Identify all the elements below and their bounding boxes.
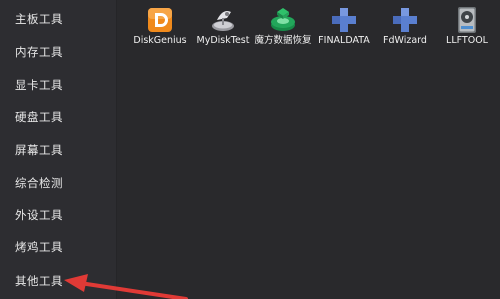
sidebar-item-other-tools[interactable]: 其他工具	[15, 271, 63, 291]
sidebar-item-gpu-tools[interactable]: 显卡工具	[15, 75, 63, 95]
tool-grid: DiskGenius MyDiskTest 魔方数据恢复 FINALDATA F…	[117, 0, 500, 299]
sidebar-item-comprehensive-test[interactable]: 综合检测	[15, 173, 63, 193]
hard-drive-icon	[453, 6, 481, 34]
sidebar-item-stress-tools[interactable]: 烤鸡工具	[15, 237, 63, 257]
sidebar-item-disk-tools[interactable]: 硬盘工具	[15, 107, 63, 127]
diskgenius-icon	[146, 6, 174, 34]
data-recovery-icon	[269, 6, 297, 34]
sidebar-item-peripheral-tools[interactable]: 外设工具	[15, 205, 63, 225]
sidebar: 主板工具 内存工具 显卡工具 硬盘工具 屏幕工具 综合检测 外设工具 烤鸡工具 …	[0, 0, 117, 299]
disk-test-satellite-icon	[209, 6, 237, 34]
sidebar-item-motherboard-tools[interactable]: 主板工具	[15, 9, 63, 29]
app-window: 主板工具 内存工具 显卡工具 硬盘工具 屏幕工具 综合检测 外设工具 烤鸡工具 …	[0, 0, 500, 299]
sidebar-item-memory-tools[interactable]: 内存工具	[15, 42, 63, 62]
tool-label: LLFTOOL	[446, 35, 488, 46]
sidebar-item-screen-tools[interactable]: 屏幕工具	[15, 140, 63, 160]
blue-cross-icon	[391, 6, 419, 34]
tool-llftool[interactable]: LLFTOOL	[431, 4, 500, 50]
blue-cross-icon	[330, 6, 358, 34]
